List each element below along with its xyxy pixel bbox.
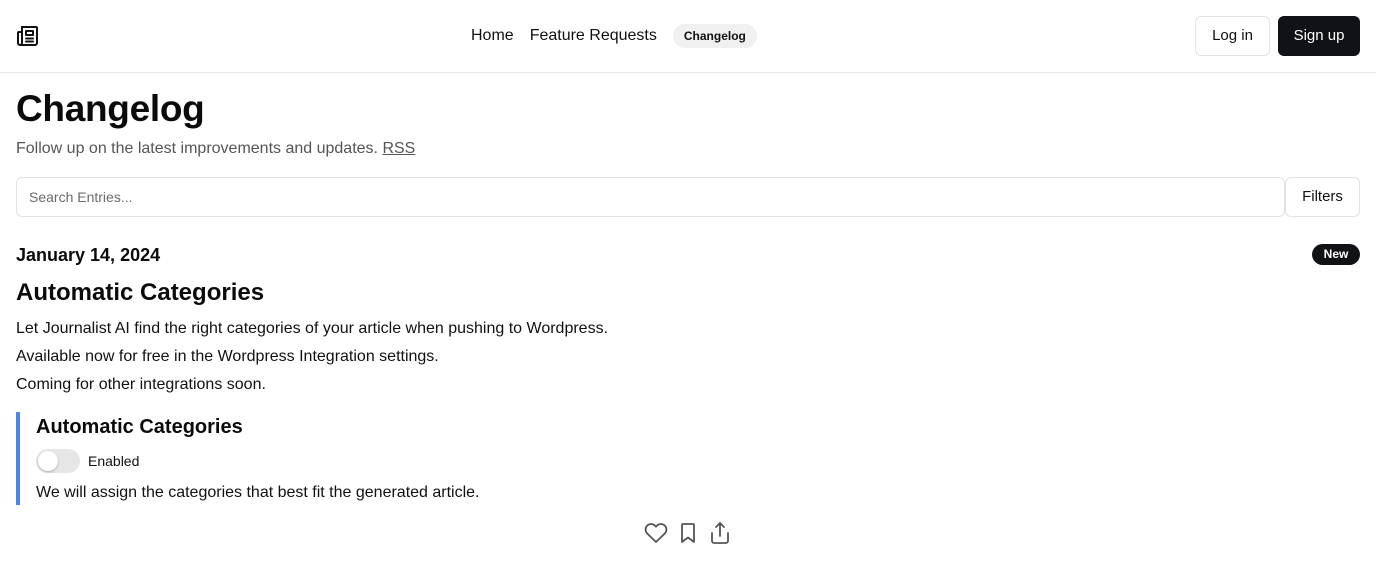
nav-changelog-tab[interactable]: Changelog [672,24,757,48]
rss-link[interactable]: RSS [382,140,415,157]
search-entries-input[interactable] [16,177,1285,217]
share-icon[interactable] [708,521,732,545]
entry-body-line: Available now for free in the Wordpress … [16,348,439,365]
entry-body-line: Coming for other integrations soon. [16,376,266,393]
entry-callout: Automatic Categories Enabled We will ass… [16,412,616,505]
toggle-knob [38,451,58,471]
bookmark-icon[interactable] [676,521,700,545]
callout-description: We will assign the categories that best … [36,484,480,501]
top-nav-bar: Home Feature Requests Changelog Log in S… [0,0,1376,73]
entry-date: January 14, 2024 [16,245,161,265]
subtitle-text: Follow up on the latest improvements and… [16,140,378,157]
page-subtitle: Follow up on the latest improvements and… [16,138,415,160]
callout-title: Automatic Categories [36,416,243,438]
nav-feature-requests-link[interactable]: Feature Requests [530,24,657,48]
new-badge: New [1312,244,1360,265]
login-button[interactable]: Log in [1195,16,1270,56]
filters-button[interactable]: Filters [1285,177,1360,217]
automatic-categories-toggle[interactable] [36,449,80,473]
entry-body-line: Let Journalist AI find the right categor… [16,320,609,337]
page-title: Changelog [16,88,205,129]
entry-title: Automatic Categories [16,279,265,306]
signup-button[interactable]: Sign up [1278,16,1360,56]
nav-home-link[interactable]: Home [471,24,514,48]
heart-icon[interactable] [644,521,668,545]
main-nav: Home Feature Requests Changelog [471,24,757,48]
newspaper-icon[interactable] [16,24,40,48]
toggle-label: Enabled [88,453,140,469]
